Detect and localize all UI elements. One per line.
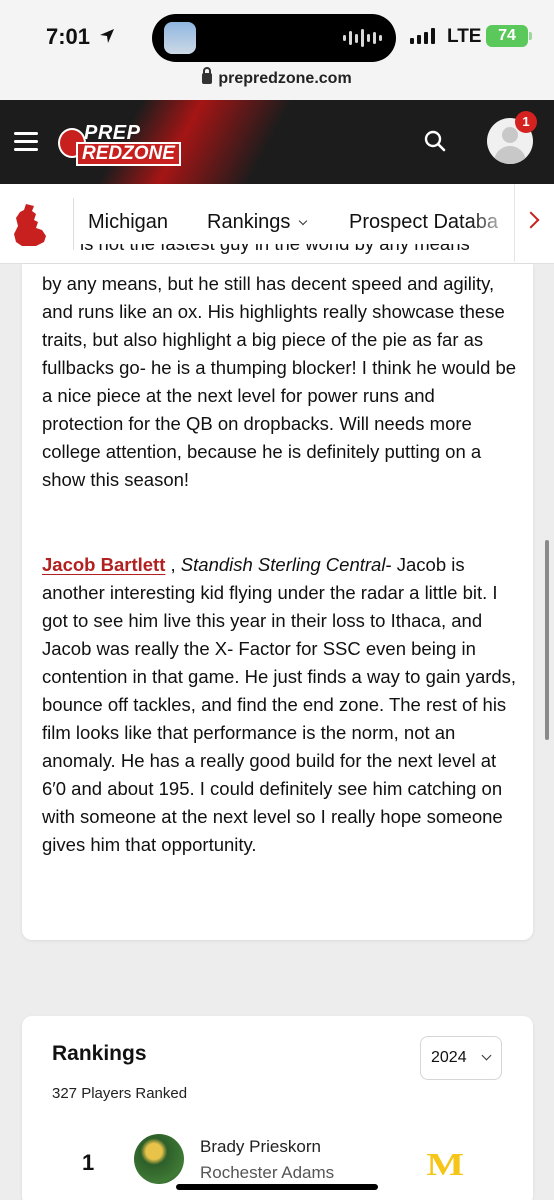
url-bar[interactable]: prepredzone.com: [0, 67, 554, 88]
michigan-state-icon[interactable]: [12, 202, 52, 248]
player-school: Standish Sterling Central: [180, 554, 386, 575]
logo-text-bottom: REDZONE: [76, 142, 181, 166]
partial-text-line: is not the fastest guy in the world by a…: [80, 244, 520, 264]
menu-icon[interactable]: [14, 132, 38, 152]
battery-icon: 74: [486, 25, 532, 47]
year-value: 2024: [431, 1049, 467, 1066]
url-text: prepredzone.com: [218, 70, 352, 87]
site-logo[interactable]: PREP REDZONE: [58, 122, 181, 166]
year-select[interactable]: 2024: [420, 1036, 502, 1080]
status-bar: 7:01 LTE 74 prepredzone.com: [0, 0, 554, 100]
home-indicator[interactable]: [176, 1184, 378, 1190]
nav-michigan[interactable]: Michigan: [88, 211, 168, 234]
notification-badge[interactable]: 1: [515, 111, 537, 133]
cellular-signal-icon: [410, 28, 435, 44]
nav-rankings-label: Rankings: [207, 211, 291, 233]
now-playing-artwork: [164, 22, 196, 54]
chevron-right-icon: [522, 211, 540, 229]
rankings-title: Rankings: [52, 1042, 147, 1065]
search-icon[interactable]: [424, 130, 446, 152]
article-card: by any means, but he still has decent sp…: [22, 264, 533, 940]
player-avatar[interactable]: [134, 1134, 184, 1184]
page-scrollbar[interactable]: [545, 540, 549, 740]
lock-icon: [202, 67, 213, 84]
rank-number: 1: [82, 1150, 95, 1175]
audio-waveform-icon: [343, 28, 382, 48]
player-school: Rochester Adams: [200, 1163, 335, 1182]
nav-scroll-right-button[interactable]: [514, 184, 554, 262]
status-time: 7:01: [46, 24, 91, 49]
network-type: LTE: [447, 26, 482, 47]
article-paragraph: by any means, but he still has decent sp…: [42, 273, 517, 490]
location-arrow-icon: [100, 29, 114, 43]
site-header: PREP REDZONE: [0, 100, 554, 184]
player-name[interactable]: Brady Prieskorn: [200, 1137, 321, 1157]
college-logo-icon: M: [426, 1146, 464, 1182]
dynamic-island[interactable]: [152, 14, 396, 62]
chevron-down-icon: [481, 1050, 492, 1061]
player-link[interactable]: Jacob Bartlett: [42, 554, 165, 575]
nav-rankings[interactable]: Rankings: [207, 211, 308, 234]
chevron-down-icon: [299, 216, 308, 226]
article-paragraph: Jacob Bartlett , Standish Sterling Centr…: [42, 554, 517, 855]
players-ranked-count: 327 Players Ranked: [52, 1085, 188, 1102]
rankings-card: Rankings 327 Players Ranked 2024 1 Brady…: [22, 1016, 533, 1200]
